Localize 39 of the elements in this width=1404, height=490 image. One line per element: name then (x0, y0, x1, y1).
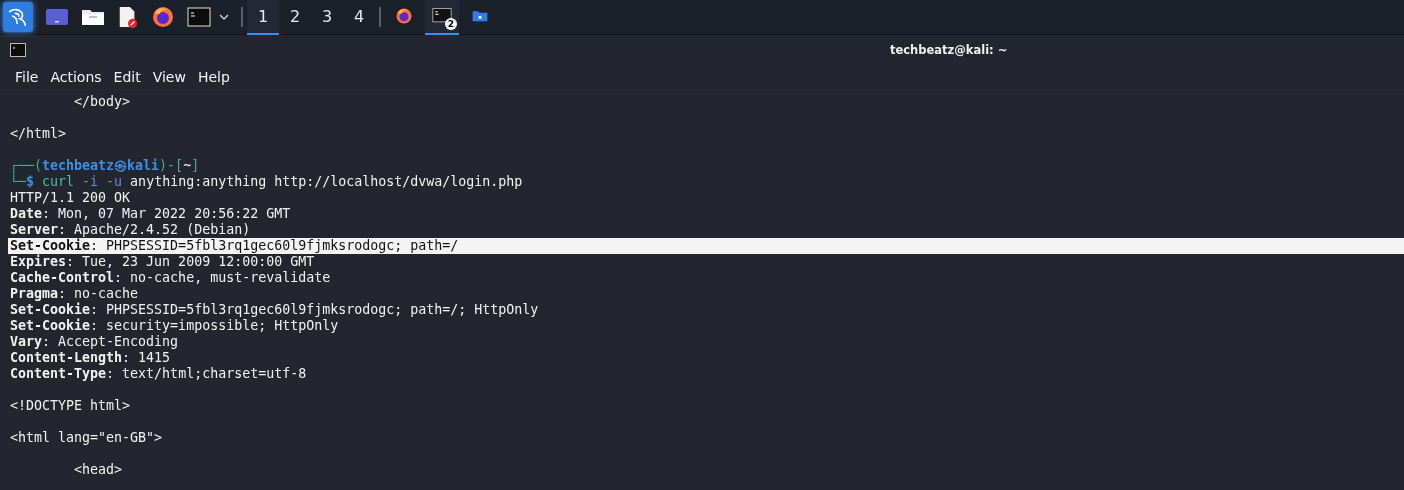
menu-item[interactable]: Help (197, 69, 230, 85)
window-title: techbeatz@kali: ~ (890, 43, 1008, 57)
prompt-line: ┌──(techbeatz㉿kali)-[~] (10, 158, 200, 173)
document-icon[interactable] (117, 5, 139, 29)
workspace-button[interactable]: 4 (343, 0, 375, 35)
prompt-line: └─$ curl -i -u anything:anything http://localhost/dvwa/login.php (10, 174, 523, 189)
app-menu-button[interactable] (3, 2, 33, 32)
terminal-line: Vary: Accept-Encoding (10, 334, 179, 349)
terminal-line: Set-Cookie: security=impossible; HttpOnly (10, 318, 339, 333)
terminal-line: Server: Apache/2.4.52 (Debian) (10, 222, 251, 237)
menu-item[interactable]: View (152, 69, 186, 85)
terminal-line: <head> (73, 462, 123, 477)
terminal-line: Set-Cookie: PHPSESSID=5fbl3rq1gec60l9fjmksrodogc; path=/ (10, 238, 459, 253)
window-button[interactable]: 2 (425, 0, 459, 35)
terminal-line: Cache-Control: no-cache, must-revalidate (10, 270, 331, 285)
terminal-line: Expires: Tue, 23 Jun 2009 12:00:00 GMT (10, 254, 315, 269)
terminal-line: <html lang="en-GB"> (10, 430, 163, 445)
menu-item[interactable]: File (15, 69, 39, 85)
terminal-line: Content-Type: text/html;charset=utf-8 (10, 366, 307, 381)
terminal-line: <!DOCTYPE html> (10, 398, 131, 413)
menu-item[interactable]: Actions (50, 69, 102, 85)
terminal-icon[interactable] (187, 5, 211, 29)
terminal-line: Set-Cookie: PHPSESSID=5fbl3rq1gec60l9fjmksrodogc; path=/; HttpOnly (10, 302, 539, 317)
workspace-button[interactable]: 1 (247, 0, 279, 35)
terminal-icon (10, 42, 26, 58)
terminal-line: Content-Length: 1415 (10, 350, 171, 365)
folder-icon (472, 8, 488, 24)
browser-icon[interactable] (151, 5, 175, 29)
terminal-line: HTTP/1.1 200 OK (10, 190, 131, 205)
caret-icon[interactable] (219, 12, 229, 22)
dragon-icon (7, 6, 29, 28)
browser-icon (395, 7, 413, 25)
terminal-line: </html> (10, 126, 67, 141)
menu-item[interactable]: Edit (113, 69, 141, 85)
terminal-line: Date: Mon, 07 Mar 2022 20:56:22 GMT (10, 206, 291, 221)
workspace-button[interactable]: 2 (279, 0, 311, 35)
workspace-button[interactable]: 3 (311, 0, 343, 35)
terminal-line: Pragma: no-cache (10, 286, 139, 301)
terminal-line: </body> (73, 94, 131, 109)
